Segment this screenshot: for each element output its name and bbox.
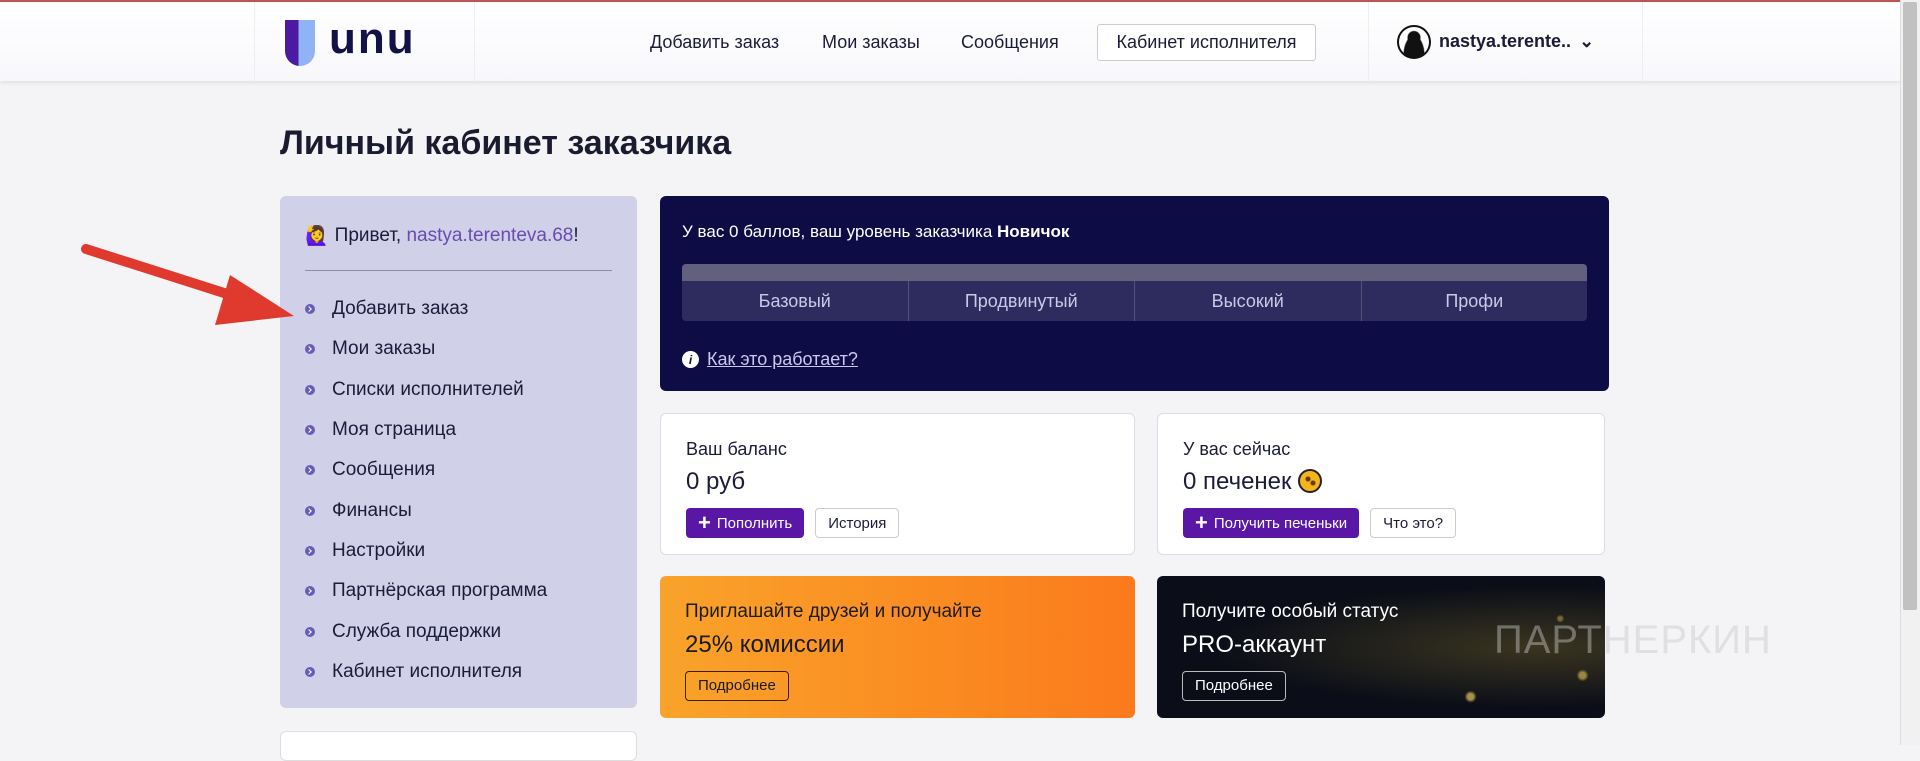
plus-icon: + — [1195, 510, 1208, 535]
level-text: У вас 0 баллов, ваш уровень заказчика — [682, 222, 998, 241]
sidebar-item-label: Служба поддержки — [332, 620, 502, 642]
chevron-bullet-icon — [305, 586, 315, 597]
level-name: Новичок — [997, 222, 1070, 241]
level-basic: Базовый — [758, 290, 831, 311]
balance-label: Ваш баланс — [686, 439, 787, 459]
cookie-icon — [1297, 469, 1322, 493]
sidebar-item-label: Партнёрская программа — [332, 580, 548, 602]
balance-value: 0 руб — [686, 468, 746, 495]
topup-button[interactable]: + Пополнить — [686, 508, 805, 538]
nav-my-orders[interactable]: Мои заказы — [822, 32, 920, 53]
info-icon: i — [682, 351, 699, 368]
level-high: Высокий — [1134, 281, 1361, 321]
user-menu[interactable]: nastya.terente.. ⌄ — [1368, 2, 1643, 81]
cookies-value: 0 печенек — [1183, 468, 1292, 495]
sidebar-item[interactable]: Финансы — [305, 490, 612, 530]
level-advanced: Продвинутый — [907, 281, 1135, 321]
chevron-bullet-icon — [305, 626, 315, 637]
avatar — [1397, 24, 1431, 59]
chevron-down-icon: ⌄ — [1579, 31, 1595, 51]
what-is-it-button[interactable]: Что это? — [1370, 508, 1457, 538]
chevron-bullet-icon — [305, 545, 315, 556]
chevron-bullet-icon — [305, 425, 315, 436]
nav-messages[interactable]: Сообщения — [961, 32, 1059, 53]
referral-promo-card: Приглашайте друзей и получайте 25% комис… — [660, 576, 1135, 718]
get-cookies-button[interactable]: + Получить печеньки — [1183, 508, 1360, 538]
watermark: ПАРТНЕРКИН — [1494, 618, 1772, 662]
chevron-bullet-icon — [305, 666, 315, 677]
referral-promo-line1: Приглашайте друзей и получайте — [685, 601, 982, 622]
level-pro: Профи — [1360, 281, 1588, 321]
red-arrow-annotation — [81, 244, 294, 325]
history-button[interactable]: История — [815, 508, 900, 538]
sidebar-item[interactable]: Служба поддержки — [305, 611, 612, 651]
referral-more-button[interactable]: Подробнее — [685, 671, 789, 701]
level-progress-bar — [682, 264, 1587, 281]
plus-icon: + — [698, 510, 711, 535]
sidebar-item[interactable]: Партнёрская программа — [305, 571, 612, 611]
referral-promo-line2: 25% комиссии — [685, 631, 845, 658]
sidebar-item[interactable]: Моя страница — [305, 410, 612, 450]
sidebar-secondary-card — [280, 731, 637, 761]
sidebar-item-label: Настройки — [332, 539, 426, 561]
cookies-card: У вас сейчас 0 печенек + Получить печеньк… — [1157, 413, 1605, 555]
pro-more-button[interactable]: Подробнее — [1182, 671, 1286, 701]
nav-add-order[interactable]: Добавить заказ — [650, 32, 779, 53]
balance-card: Ваш баланс 0 руб + Пополнить История — [660, 413, 1135, 555]
scrollbar[interactable] — [1900, 0, 1920, 745]
executor-cabinet-button[interactable]: Кабинет исполнителя — [1097, 24, 1316, 61]
cookies-label: У вас сейчас — [1183, 439, 1291, 459]
chevron-bullet-icon — [305, 465, 315, 476]
scrollbar-thumb[interactable] — [1903, 2, 1917, 610]
get-cookies-label: Получить печеньки — [1213, 514, 1348, 532]
sidebar-item[interactable]: Настройки — [305, 531, 612, 571]
chevron-bullet-icon — [305, 505, 315, 516]
username: nastya.terente.. — [1439, 31, 1572, 51]
greeting-username[interactable]: nastya.terenteva.68 — [406, 225, 573, 246]
sidebar-item[interactable]: Кабинет исполнителя — [305, 652, 612, 692]
sidebar-item-label: Моя страница — [332, 419, 457, 441]
sidebar-item[interactable]: Сообщения — [305, 450, 612, 490]
sidebar-item-label: Финансы — [332, 499, 412, 521]
customer-level-card: У вас 0 баллов, ваш уровень заказчика Но… — [660, 196, 1609, 391]
greeting-exclaim: ! — [573, 225, 579, 246]
sidebar-item-label: Сообщения — [332, 459, 436, 481]
sidebar-item-label: Кабинет исполнителя — [332, 660, 523, 682]
how-it-works-link[interactable]: Как это работает? — [707, 349, 858, 370]
topup-label: Пополнить — [716, 514, 793, 532]
